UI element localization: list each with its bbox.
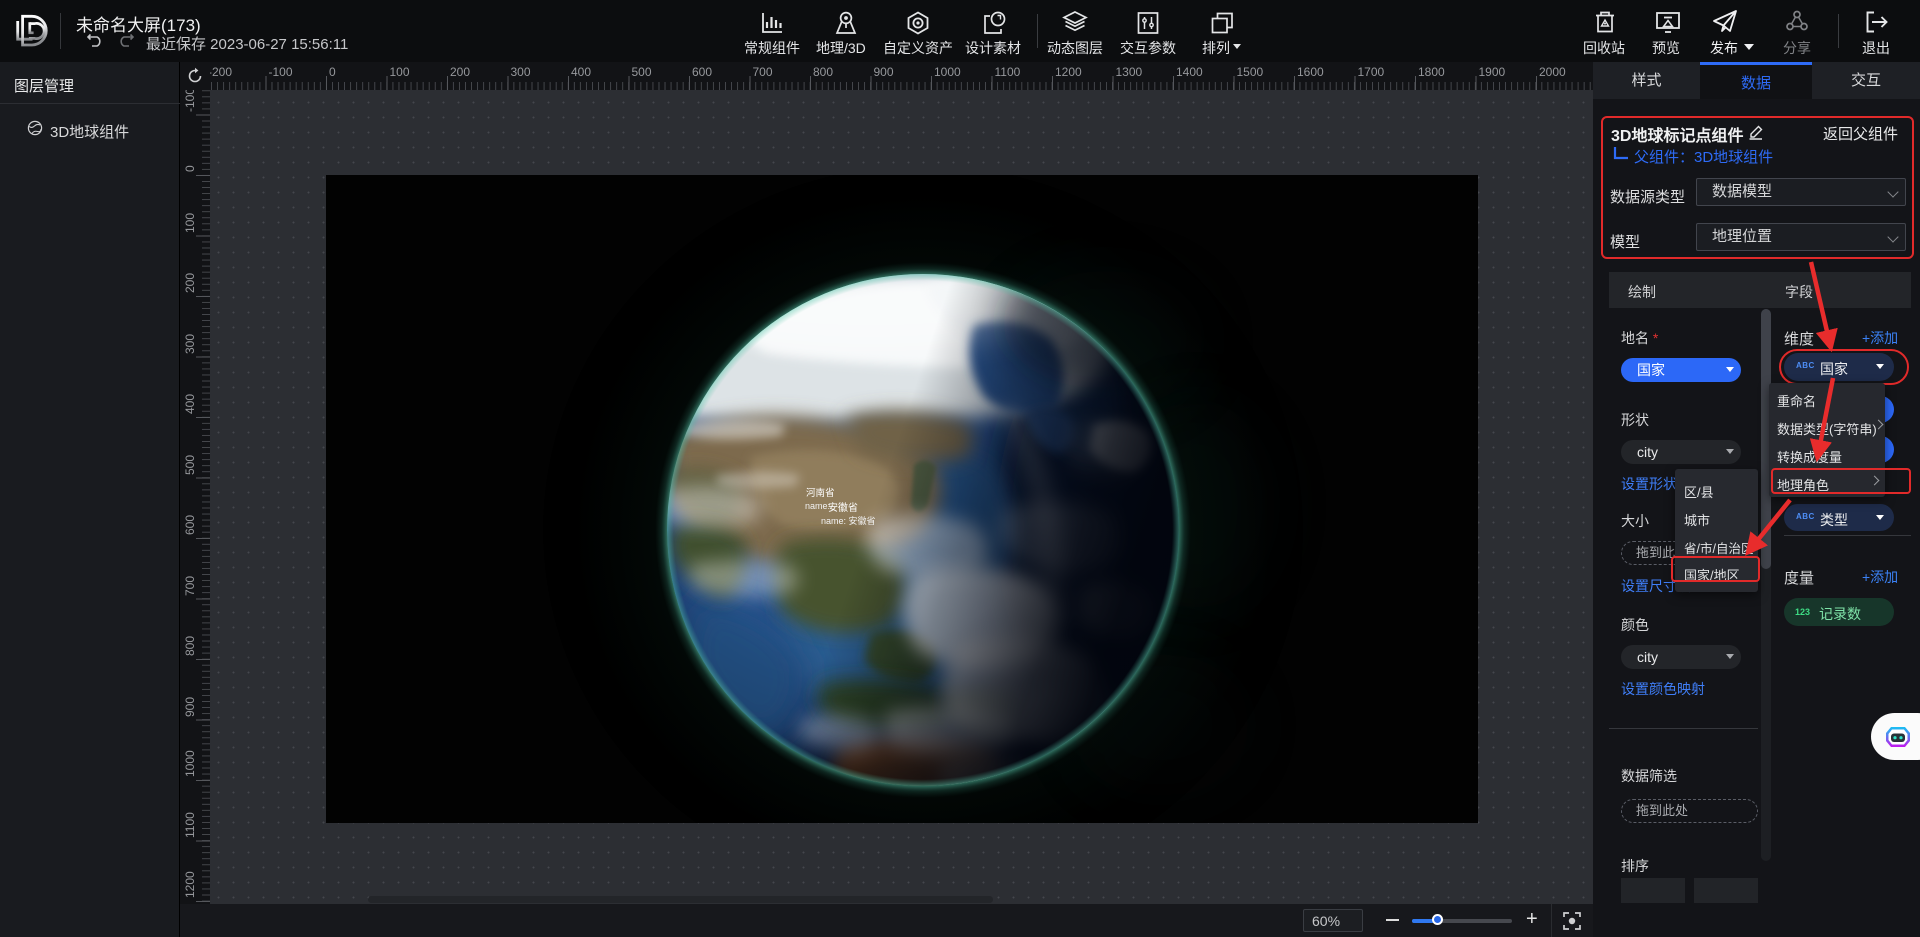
svg-text:name:: name: [805, 501, 830, 511]
svg-text:安徽省: 安徽省 [828, 501, 858, 514]
svg-text:河南省: 河南省 [806, 487, 835, 499]
svg-text:name: 安徽省: name: 安徽省 [821, 515, 876, 526]
